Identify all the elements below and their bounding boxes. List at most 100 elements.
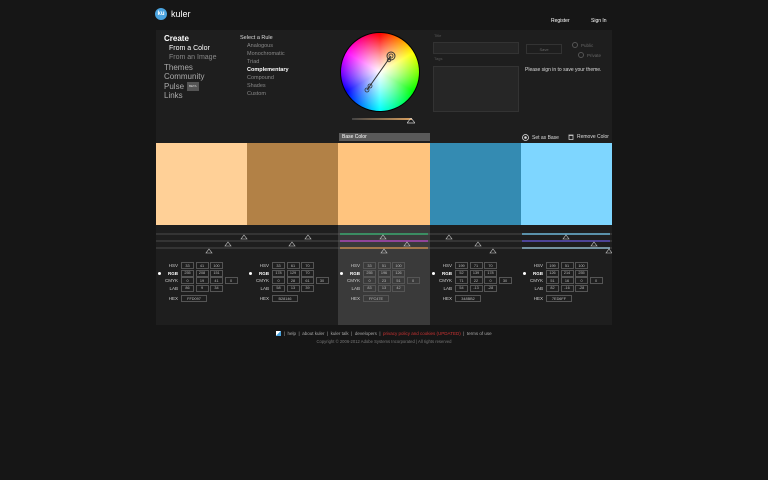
- cmyk-k[interactable]: 30: [498, 277, 512, 285]
- rgb-selected-dot[interactable]: [432, 272, 435, 275]
- cmyk-y[interactable]: 51: [392, 277, 405, 285]
- hsv-h[interactable]: 33: [363, 262, 376, 270]
- rule-shades[interactable]: Shades: [240, 82, 289, 90]
- rule-triad[interactable]: Triad: [240, 58, 289, 66]
- register-link[interactable]: Register: [551, 18, 570, 24]
- hsv-h[interactable]: 199: [455, 262, 468, 270]
- cmyk-k[interactable]: 0: [589, 277, 603, 285]
- hsv-s[interactable]: 71: [469, 262, 483, 270]
- footer-kuler-talk[interactable]: kuler talk: [331, 331, 349, 336]
- public-option[interactable]: Public: [572, 42, 593, 48]
- cmyk-m[interactable]: 19: [195, 277, 209, 285]
- nav-links[interactable]: Links: [164, 91, 216, 101]
- cmyk-c[interactable]: 0: [272, 277, 285, 285]
- set-as-base-button[interactable]: Set as Base: [522, 134, 559, 141]
- cmyk-k[interactable]: 0: [406, 277, 420, 285]
- rgb-r[interactable]: 178: [272, 269, 285, 277]
- lab-l[interactable]: 86: [181, 284, 194, 292]
- adjust-sliders[interactable]: [156, 228, 612, 256]
- rule-monochromatic[interactable]: Monochromatic: [240, 50, 289, 58]
- cmyk-c[interactable]: 0: [181, 277, 194, 285]
- lab-a[interactable]: 13: [377, 284, 391, 292]
- nav-pulse[interactable]: Pulse BETA: [164, 82, 216, 92]
- hex-input[interactable]: 7ED6FF: [546, 295, 572, 303]
- swatch-2[interactable]: [247, 143, 339, 225]
- footer-terms[interactable]: terms of use: [467, 331, 492, 336]
- lab-b[interactable]: 42: [392, 284, 405, 292]
- lab-b[interactable]: 39: [301, 284, 314, 292]
- rgb-b[interactable]: 126: [392, 269, 405, 277]
- footer-about[interactable]: about kuler: [302, 331, 324, 336]
- lab-l[interactable]: 54: [455, 284, 468, 292]
- rgb-g[interactable]: 129: [286, 269, 300, 277]
- cmyk-c[interactable]: 0: [363, 277, 376, 285]
- hex-input[interactable]: B28146: [272, 295, 298, 303]
- cmyk-k[interactable]: 0: [224, 277, 238, 285]
- brightness-handle-icon[interactable]: [407, 118, 415, 124]
- rgb-r[interactable]: 126: [546, 269, 559, 277]
- hsv-s[interactable]: 51: [377, 262, 391, 270]
- hex-input[interactable]: FFD097: [181, 295, 207, 303]
- rgb-g[interactable]: 139: [469, 269, 483, 277]
- rgb-b[interactable]: 151: [210, 269, 223, 277]
- cmyk-m[interactable]: 28: [286, 277, 300, 285]
- private-option[interactable]: Private: [578, 52, 601, 58]
- nav-create[interactable]: Create: [164, 34, 216, 44]
- rgb-b[interactable]: 255: [575, 269, 588, 277]
- hsv-h[interactable]: 33: [181, 262, 194, 270]
- hsv-s[interactable]: 61: [286, 262, 300, 270]
- cmyk-m[interactable]: 22: [469, 277, 483, 285]
- rgb-b[interactable]: 70: [301, 269, 314, 277]
- swatch-5[interactable]: [520, 143, 612, 225]
- tags-input[interactable]: [433, 66, 519, 112]
- private-radio[interactable]: [578, 52, 584, 58]
- lab-b[interactable]: -28: [484, 284, 497, 292]
- swatch-4[interactable]: [429, 143, 521, 225]
- hsv-v[interactable]: 100: [575, 262, 588, 270]
- nav-themes[interactable]: Themes: [164, 63, 216, 73]
- rgb-g[interactable]: 214: [560, 269, 574, 277]
- lab-l[interactable]: 58: [272, 284, 285, 292]
- title-input[interactable]: [433, 42, 519, 54]
- cmyk-c[interactable]: 51: [546, 277, 559, 285]
- brightness-slider[interactable]: [352, 118, 412, 120]
- rgb-selected-dot[interactable]: [340, 272, 343, 275]
- hsv-v[interactable]: 70: [484, 262, 497, 270]
- rgb-selected-dot[interactable]: [158, 272, 161, 275]
- nav-from-an-image[interactable]: From an Image: [164, 53, 216, 63]
- lab-a[interactable]: -13: [469, 284, 483, 292]
- hsv-s[interactable]: 41: [195, 262, 209, 270]
- rgb-r[interactable]: 255: [181, 269, 194, 277]
- lab-a[interactable]: 9: [195, 284, 209, 292]
- swatch-3[interactable]: [338, 143, 430, 225]
- sign-in-link[interactable]: Sign In: [591, 18, 607, 24]
- lab-b[interactable]: 34: [210, 284, 223, 292]
- cmyk-k[interactable]: 30: [315, 277, 329, 285]
- lab-a[interactable]: -16: [560, 284, 574, 292]
- nav-community[interactable]: Community: [164, 72, 216, 82]
- footer-help[interactable]: help: [288, 331, 297, 336]
- rgb-g[interactable]: 208: [195, 269, 209, 277]
- footer-privacy[interactable]: privacy policy and cookies (UPDATED): [383, 331, 461, 336]
- hex-input[interactable]: FFC47E: [363, 295, 389, 303]
- rgb-r[interactable]: 52: [455, 269, 468, 277]
- swatch-1[interactable]: [156, 143, 248, 225]
- rgb-r[interactable]: 255: [363, 269, 376, 277]
- hsv-v[interactable]: 70: [301, 262, 314, 270]
- kuler-logo[interactable]: ku kuler: [155, 8, 191, 20]
- cmyk-y[interactable]: 0: [575, 277, 588, 285]
- rgb-selected-dot[interactable]: [249, 272, 252, 275]
- cmyk-y[interactable]: 0: [484, 277, 497, 285]
- rgb-g[interactable]: 196: [377, 269, 391, 277]
- public-radio[interactable]: [572, 42, 578, 48]
- cmyk-m[interactable]: 16: [560, 277, 574, 285]
- hsv-s[interactable]: 51: [560, 262, 574, 270]
- lab-l[interactable]: 82: [546, 284, 559, 292]
- nav-from-a-color[interactable]: From a Color: [164, 44, 216, 54]
- hsv-v[interactable]: 100: [210, 262, 223, 270]
- lab-b[interactable]: -28: [575, 284, 588, 292]
- cmyk-m[interactable]: 23: [377, 277, 391, 285]
- lab-a[interactable]: 13: [286, 284, 300, 292]
- wheel-handles[interactable]: [340, 32, 420, 112]
- cmyk-c[interactable]: 71: [455, 277, 468, 285]
